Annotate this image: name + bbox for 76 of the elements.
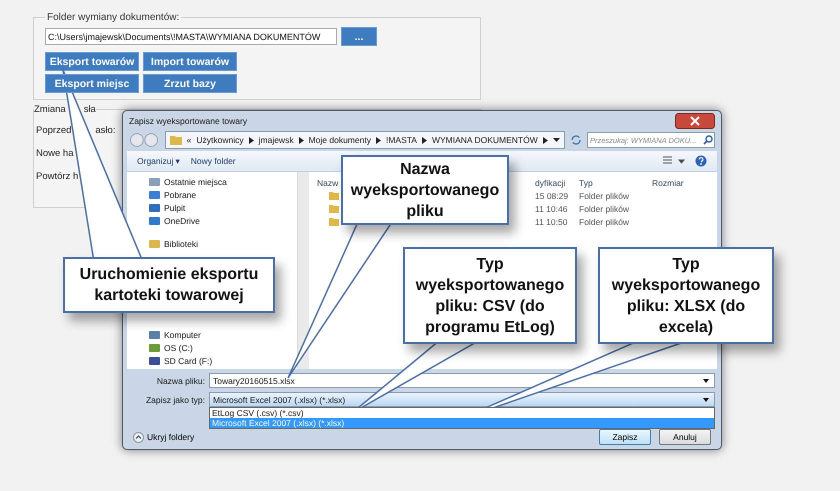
dropdown-icon[interactable] [552,138,560,142]
toolbar-button[interactable]: Nowy folder [190,156,236,166]
column-header[interactable]: dyfikacji [535,178,566,188]
nav-item[interactable]: Pobrane [149,188,297,201]
column-header[interactable]: Nazw [317,178,338,188]
action-button[interactable]: Eksport towarów [45,52,139,71]
view-icon[interactable] [663,156,685,166]
scrollbar[interactable] [297,172,309,369]
dialog-button[interactable]: Zapisz [599,429,651,445]
breadcrumb-item[interactable]: jmajewsk [258,135,294,145]
search-icon [703,135,713,145]
group-title: Zmiana [34,104,66,115]
toolbar-button[interactable]: Organizuj ▾ [137,156,181,166]
dropdown-icon [703,398,709,402]
table-cell: 11 10:46 [535,204,568,214]
group-title: sła [84,104,96,115]
arrow-icon [376,136,381,144]
folder-icon [170,135,182,145]
nav-item[interactable]: OS (C:) [149,341,297,354]
path-field[interactable]: C:\Users\jmajewsk\Documents\!MASTA\WYMIANA DOKUMENTÓW [45,28,337,45]
breadcrumb-item[interactable]: Użytkownicy [196,135,244,145]
column-header[interactable]: Typ [579,178,593,188]
place-icon [149,330,160,340]
place-icon [149,356,160,366]
action-button[interactable]: Import towarów [143,52,237,71]
field-label: Powtórz h [36,171,78,182]
dropdown-icon [703,378,709,382]
place-icon [149,342,160,352]
arrow-icon [248,136,254,144]
table-cell: 15 08:29 [535,190,568,200]
hide-folders-button[interactable]: Ukryj foldery [133,432,194,442]
place-icon [149,216,160,226]
nav-item[interactable]: Pulpit [149,201,297,214]
nav-item[interactable]: Ostatnie miejsca [149,175,297,188]
arrow-icon [422,136,427,144]
table-cell: Folder plików [579,204,630,214]
filename-field[interactable]: Towary20160515.xlsx [209,373,715,388]
arrow-icon [542,136,548,144]
place-icon [149,190,160,200]
action-button[interactable]: Eksport miejsc [45,74,139,93]
breadcrumb-item[interactable]: « [186,135,192,145]
nav-item[interactable]: Komputer [149,328,297,341]
browse-button[interactable]: ... [341,27,377,46]
help-icon[interactable] [695,155,707,167]
breadcrumb-item[interactable]: !MASTA [386,135,417,145]
callout: Nazwa wyeksportowanego pliku [341,155,509,225]
field-label: Poprzed [36,125,72,136]
field-label: Nazwa pliku: [156,376,205,386]
file-type-dropdown[interactable]: Microsoft Excel 2007 (.xlsx) (*.xlsx) [209,392,715,407]
dropdown-option[interactable]: EtLog CSV (.csv) (*.csv) [210,408,714,418]
callout: Typ wyeksportowanego pliku: CSV (do programu EtLog) [403,247,577,344]
callout: Uruchomienie eksportu kartoteki towarowej [63,257,275,313]
collapse-icon [133,432,144,442]
dialog-button[interactable]: Anuluj [659,429,711,445]
breadcrumb-item[interactable]: Moje dokumenty [308,135,371,145]
nav-item[interactable]: Biblioteki [149,237,297,250]
breadcrumb-item[interactable]: WYMIANA DOKUMENTÓW [432,135,538,145]
table-cell: 11 10:50 [535,216,568,226]
field-label: asło: [95,125,116,136]
action-button[interactable]: Zrzut bazy [143,74,237,93]
place-icon [149,202,160,212]
address-bar[interactable]: « Użytkownicy jmajewsk Moje dokumenty !MASTA WYMIANA DOKUMENTÓW [164,131,565,149]
callout: Typ wyeksportowanego pliku: XLSX (do excela) [598,247,774,344]
table-cell: Folder plików [579,216,630,226]
window-title: Zapisz wyeksportowane towary [129,116,248,126]
field-label: Zapisz jako typ: [144,394,205,404]
table-cell: Folder plików [579,190,630,200]
close-icon[interactable] [675,113,715,129]
nav-item[interactable]: OneDrive [149,214,297,227]
arrow-icon [298,136,304,144]
nav-item[interactable]: SD Card (F:) [149,354,297,367]
place-icon [149,238,160,248]
place-icon [149,176,160,186]
group-title: Folder wymiany dokumentów: [46,12,180,23]
column-header[interactable]: Rozmiar [652,178,684,188]
field-label: Nowe ha [36,148,74,159]
